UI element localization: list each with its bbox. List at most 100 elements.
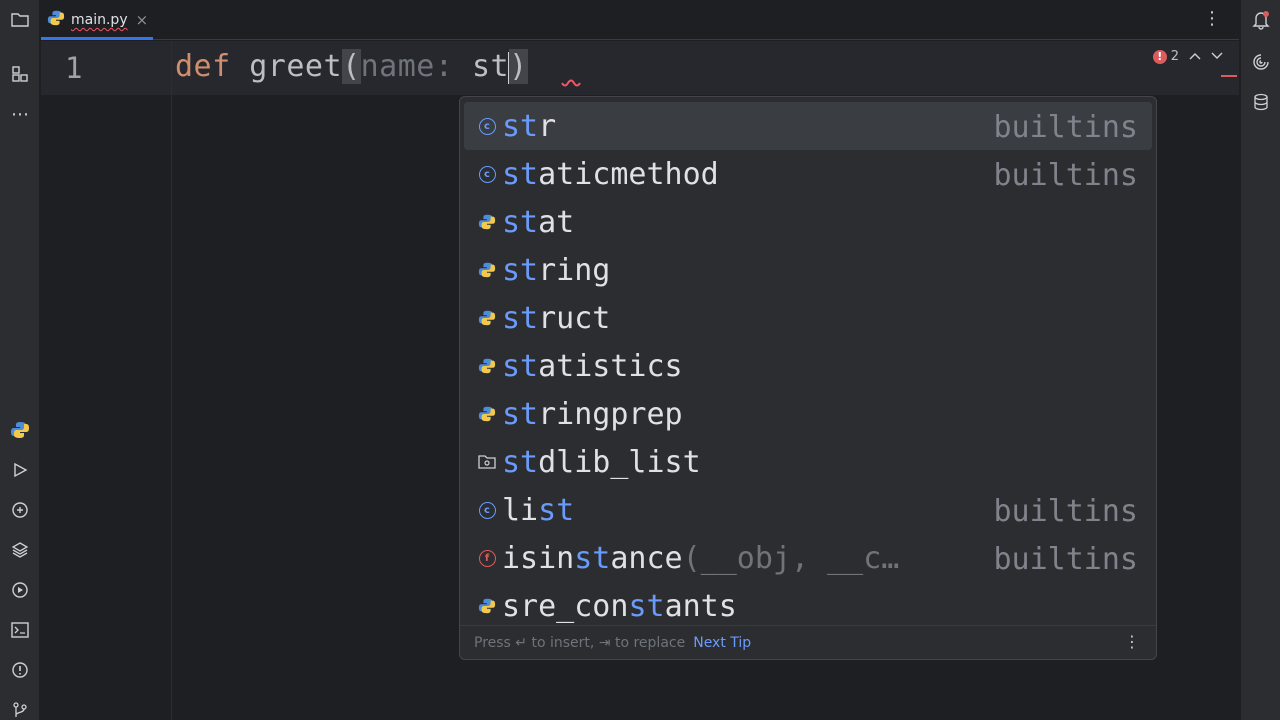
label-rest: ants	[664, 588, 737, 624]
completion-item[interactable]: c list builtins	[464, 486, 1152, 534]
python-packages-icon[interactable]	[10, 500, 30, 520]
label-rest: ruct	[538, 300, 611, 336]
gutter-divider	[171, 41, 172, 720]
label-rest: r	[538, 108, 557, 144]
completion-item-label: stringprep	[502, 397, 683, 432]
completion-item[interactable]: string	[464, 246, 1152, 294]
python-module-icon	[474, 294, 500, 342]
completion-item[interactable]: sre_constants	[464, 582, 1152, 630]
completion-item[interactable]: f isinstance(__obj, __c… builtins	[464, 534, 1152, 582]
completion-item[interactable]: stdlib_list	[464, 438, 1152, 486]
tab-options-icon[interactable]: ⋮	[1203, 10, 1221, 28]
completion-item[interactable]: stat	[464, 198, 1152, 246]
completion-item-label: str	[502, 109, 556, 144]
python-file-icon	[47, 9, 65, 31]
error-stripe-marker[interactable]	[1221, 75, 1237, 77]
insert-replace-hint: Press ↵ to insert, ⇥ to replace	[474, 634, 686, 651]
code-line[interactable]: def greet(name: st)	[175, 49, 528, 84]
label-match: st	[628, 588, 665, 624]
label-match: st	[502, 252, 539, 288]
close-paren: )	[509, 49, 528, 84]
python-module-icon	[474, 246, 500, 294]
python-module-icon	[474, 582, 500, 630]
parameter: name:	[360, 49, 472, 84]
open-paren: (	[342, 49, 361, 84]
label-rest: ringprep	[538, 396, 683, 432]
label-prefix: li	[502, 492, 539, 528]
keyword-def: def	[175, 49, 231, 84]
label-match: st	[502, 348, 539, 384]
class-icon: c	[474, 102, 500, 150]
label-rest: at	[538, 204, 575, 240]
layers-icon[interactable]	[10, 540, 30, 560]
completion-item-label: sre_constants	[502, 589, 737, 624]
inspection-widget[interactable]: ! 2	[1152, 49, 1223, 64]
code-completion-popup: c str builtins c staticmethod builtins stat str…	[459, 96, 1157, 660]
label-match: st	[574, 540, 611, 576]
structure-icon[interactable]	[10, 64, 30, 84]
line-number: 1	[65, 51, 83, 85]
label-rest: ring	[538, 252, 611, 288]
completion-item-label: statistics	[502, 349, 683, 384]
python-module-icon	[474, 198, 500, 246]
terminal-icon[interactable]	[10, 620, 30, 640]
package-icon	[474, 438, 500, 486]
right-tool-strip	[1240, 0, 1280, 720]
completion-item-source: builtins	[993, 542, 1139, 577]
previous-highlight-icon[interactable]	[1189, 49, 1201, 64]
label-match: st	[502, 300, 539, 336]
completion-item-source: builtins	[993, 110, 1139, 145]
active-tab-indicator	[41, 37, 153, 40]
problems-icon[interactable]	[10, 660, 30, 680]
completion-item-label: list	[502, 493, 574, 528]
completion-item-label: struct	[502, 301, 610, 336]
completion-item-label: stdlib_list	[502, 445, 701, 480]
completion-item[interactable]: statistics	[464, 342, 1152, 390]
label-rest: aticmethod	[538, 156, 719, 192]
error-counter[interactable]: ! 2	[1152, 49, 1179, 64]
label-match: st	[502, 444, 539, 480]
python-console-icon[interactable]	[10, 420, 30, 440]
ai-assistant-icon[interactable]	[1251, 52, 1271, 72]
function-name: greet	[249, 49, 343, 84]
more-tools-icon[interactable]: ⋯	[10, 104, 30, 125]
python-module-icon	[474, 342, 500, 390]
error-icon: !	[1152, 49, 1167, 64]
completion-item[interactable]: struct	[464, 294, 1152, 342]
popup-options-icon[interactable]: ⋮	[1124, 632, 1140, 651]
label-match: st	[502, 204, 539, 240]
label-rest: ance	[610, 540, 683, 576]
label-signature: (__obj, __c…	[682, 540, 900, 576]
completion-item-label: stat	[502, 205, 574, 240]
label-prefix: isin	[502, 540, 575, 576]
completion-item-label: isinstance(__obj, __c…	[502, 541, 899, 576]
run-icon[interactable]	[10, 460, 30, 480]
class-icon: c	[474, 486, 500, 534]
completion-item-source: builtins	[993, 494, 1139, 529]
close-icon[interactable]: ×	[136, 11, 149, 29]
completion-item[interactable]: stringprep	[464, 390, 1152, 438]
completion-item-label: staticmethod	[502, 157, 719, 192]
tab-main-py[interactable]: main.py ×	[41, 0, 153, 40]
label-rest: atistics	[538, 348, 683, 384]
editor-tab-bar: main.py × ⋮	[41, 0, 1239, 40]
label-match: st	[502, 156, 539, 192]
class-icon: c	[474, 150, 500, 198]
next-highlight-icon[interactable]	[1211, 49, 1223, 64]
tab-title: main.py	[71, 12, 128, 28]
label-rest: dlib_list	[538, 444, 701, 480]
completion-item[interactable]: c str builtins	[464, 102, 1152, 150]
next-tip-link[interactable]: Next Tip	[693, 635, 751, 651]
project-folder-icon[interactable]	[10, 10, 30, 30]
notifications-icon[interactable]	[1251, 10, 1271, 30]
git-icon[interactable]	[10, 700, 30, 720]
label-prefix: sre_con	[502, 588, 629, 624]
services-icon[interactable]	[10, 580, 30, 600]
typed-text: st	[472, 49, 510, 84]
completion-footer: Press ↵ to insert, ⇥ to replace Next Tip…	[460, 625, 1156, 659]
completion-item[interactable]: c staticmethod builtins	[464, 150, 1152, 198]
error-squiggle	[561, 79, 581, 87]
completion-item-label: string	[502, 253, 610, 288]
error-count: 2	[1170, 49, 1179, 64]
database-icon[interactable]	[1251, 92, 1271, 112]
